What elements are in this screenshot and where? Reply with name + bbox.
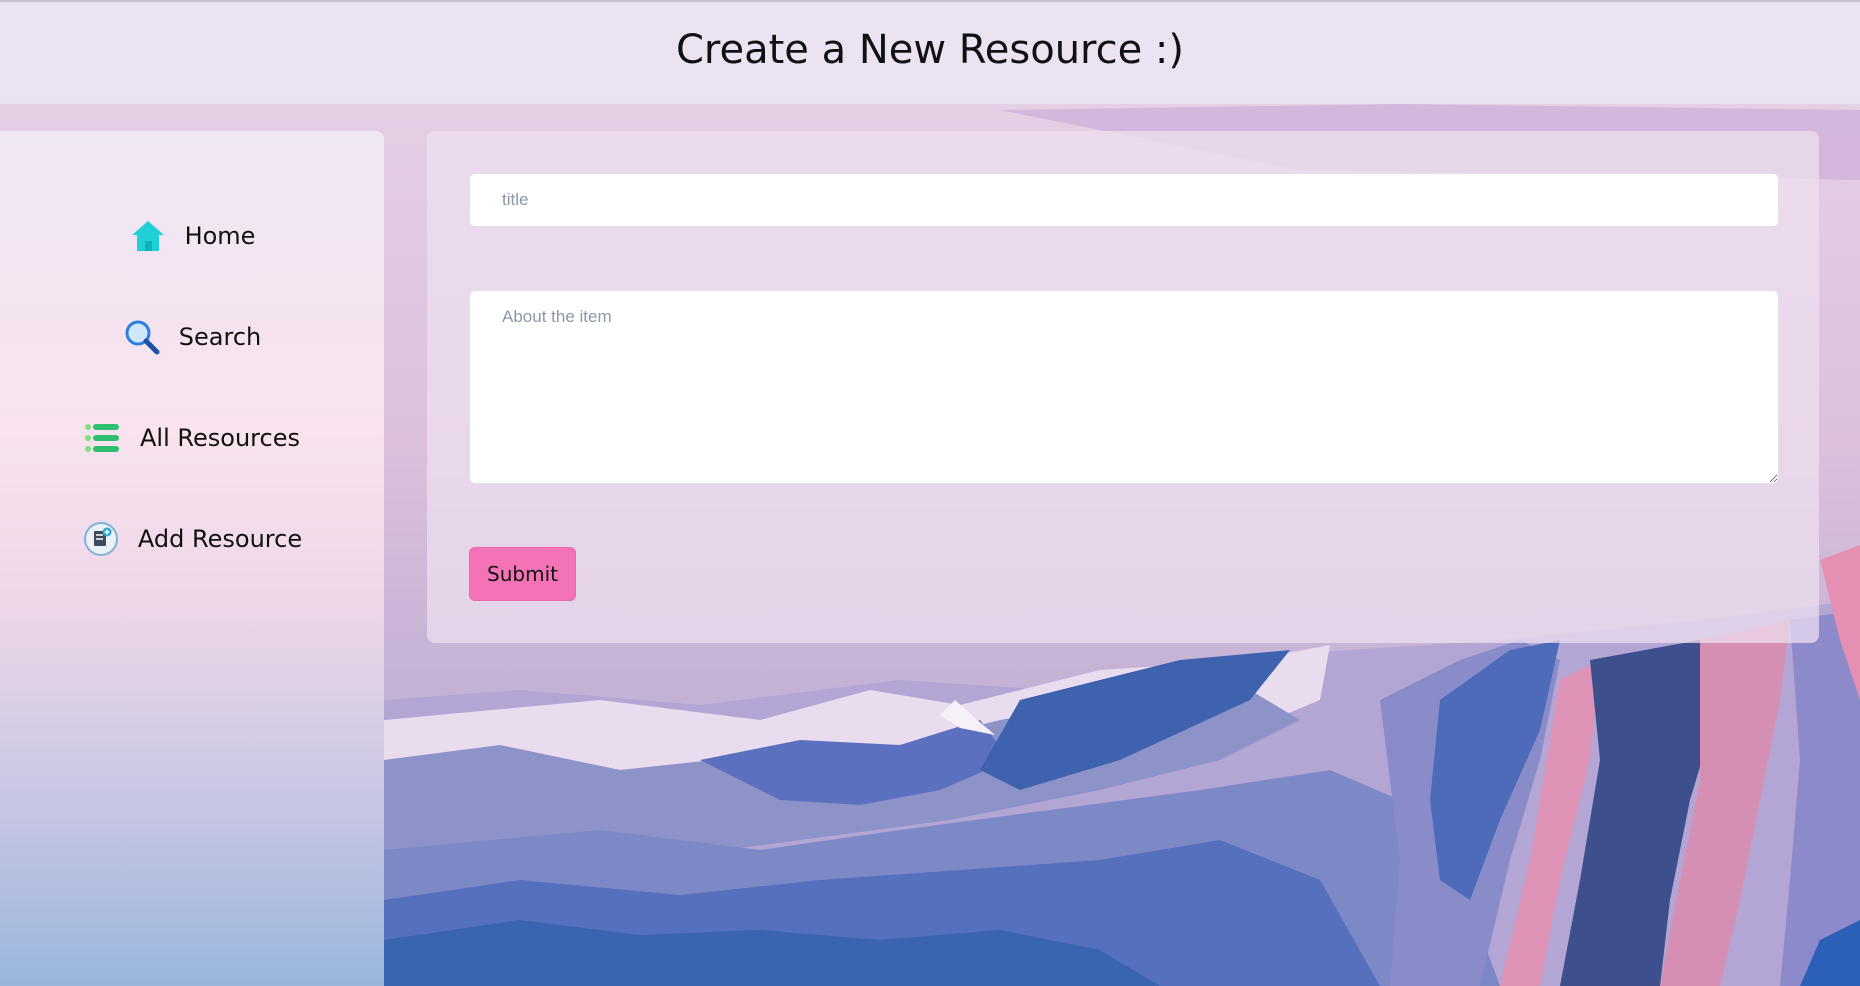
sidebar-item-home[interactable]: Home bbox=[0, 211, 384, 261]
search-icon bbox=[123, 318, 161, 356]
add-document-icon bbox=[82, 520, 120, 558]
sidebar-item-label: Home bbox=[184, 222, 256, 250]
title-input[interactable] bbox=[469, 173, 1779, 227]
sidebar-item-add-resource[interactable]: Add Resource bbox=[0, 514, 384, 564]
sidebar: Home Search All Resources Add Resource bbox=[0, 131, 384, 986]
resource-form-panel: Submit bbox=[427, 131, 1819, 643]
sidebar-item-label: Add Resource bbox=[137, 525, 303, 553]
list-icon bbox=[84, 419, 122, 457]
about-textarea[interactable] bbox=[469, 290, 1779, 484]
submit-button[interactable]: Submit bbox=[469, 547, 576, 601]
home-icon bbox=[129, 217, 167, 255]
page-header: Create a New Resource :) bbox=[0, 0, 1860, 104]
page-title: Create a New Resource :) bbox=[675, 27, 1185, 73]
sidebar-item-label: Search bbox=[178, 323, 262, 351]
sidebar-item-label: All Resources bbox=[140, 424, 300, 452]
sidebar-item-all-resources[interactable]: All Resources bbox=[0, 413, 384, 463]
sidebar-item-search[interactable]: Search bbox=[0, 312, 384, 362]
